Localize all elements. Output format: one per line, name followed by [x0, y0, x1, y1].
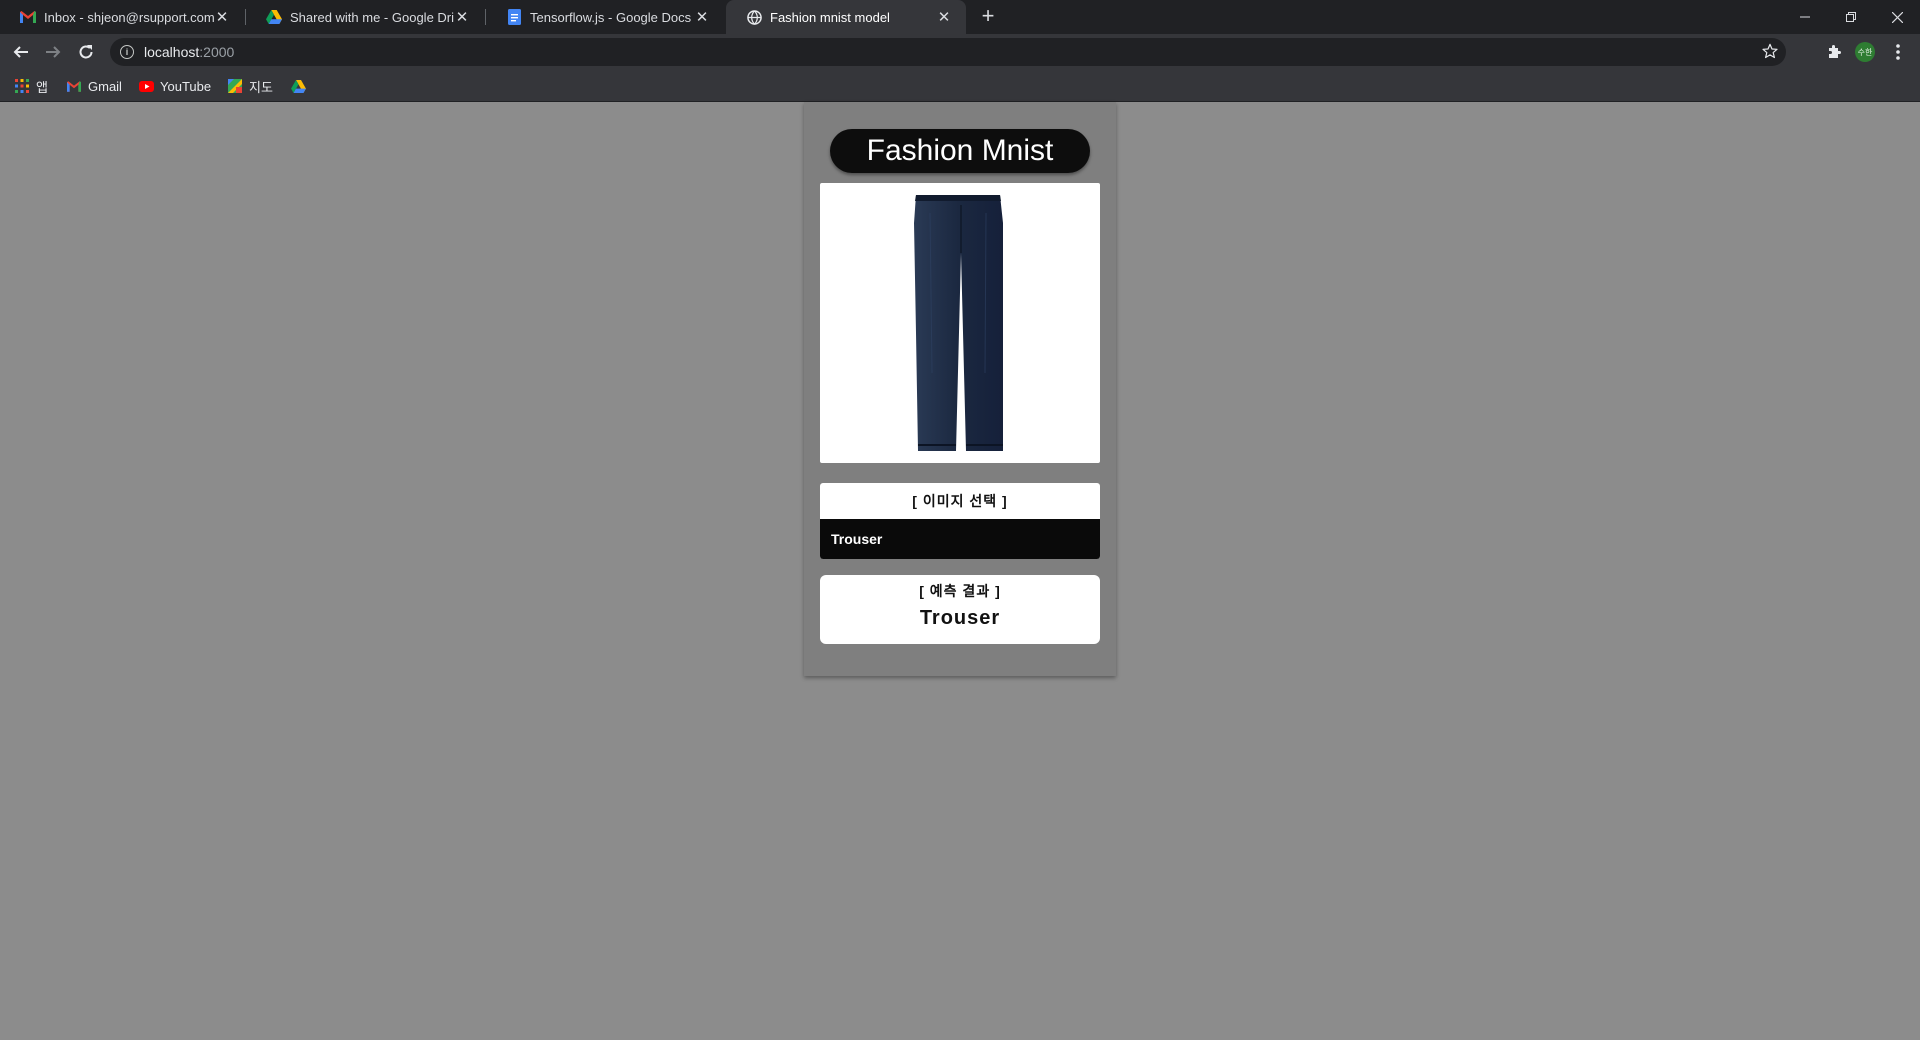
tab-title: Shared with me - Google Drive — [290, 9, 454, 25]
bookmark-maps[interactable]: 지도 — [227, 70, 273, 102]
app-card: Fashion Mnist [ 이미지 선택 ] Trouser [예측 결과… — [804, 102, 1116, 676]
gmail-icon — [66, 78, 82, 94]
forward-icon[interactable] — [41, 40, 65, 64]
image-select-label: [ 이미지 선택 ] — [912, 493, 1008, 509]
back-icon[interactable] — [9, 40, 33, 64]
youtube-icon — [138, 78, 154, 94]
prediction-value: Trouser — [919, 607, 1001, 629]
close-tab-icon[interactable]: ✕ — [694, 8, 710, 26]
prediction-label: [ 예측 결과 ] — [919, 583, 1001, 599]
google-drive-icon — [290, 78, 306, 94]
tab-fashion-mnist[interactable]: Fashion mnist model ✕ — [726, 0, 966, 34]
url-port: :2000 — [199, 44, 235, 60]
profile-avatar[interactable]: 수한 — [1853, 40, 1877, 64]
tab-strip: Inbox - shjeon@rsupport.com - ✕ Shared w… — [0, 0, 1920, 34]
tab-title: Inbox - shjeon@rsupport.com - — [44, 9, 214, 25]
bookmark-label: 지도 — [249, 79, 273, 95]
page-viewport: Fashion Mnist [ 이미지 선택 ] Trouser [예측 결과… — [0, 102, 1920, 1040]
bookmark-label: Gmail — [88, 78, 122, 94]
image-select-value[interactable]: Trouser — [820, 519, 1100, 559]
site-info-icon[interactable]: i — [120, 45, 134, 59]
tab-gmail[interactable]: Inbox - shjeon@rsupport.com - ✕ — [0, 0, 244, 34]
bookmark-drive[interactable] — [290, 70, 312, 102]
close-tab-icon[interactable]: ✕ — [936, 8, 952, 26]
minimize-icon[interactable] — [1782, 0, 1828, 34]
bookmark-gmail[interactable]: Gmail — [66, 70, 122, 102]
prediction-result: [ 예측 결과 ] Trouser — [820, 575, 1100, 644]
bookmark-youtube[interactable]: YouTube — [138, 70, 211, 102]
bookmark-label: 앱 — [36, 79, 48, 95]
gmail-icon — [20, 9, 36, 25]
browser-toolbar: i localhost:2000 수한 — [0, 34, 1920, 70]
page-title: Fashion Mnist — [830, 129, 1090, 173]
restore-icon[interactable] — [1828, 0, 1874, 34]
address-bar[interactable]: i localhost:2000 — [110, 38, 1786, 66]
close-tab-icon[interactable]: ✕ — [454, 8, 470, 26]
bookmark-star-icon[interactable] — [1762, 43, 1778, 62]
bookmark-apps[interactable]: 앱 — [14, 70, 48, 102]
google-docs-icon — [506, 9, 522, 25]
bookmark-label: YouTube — [160, 78, 212, 94]
url-host: localhost — [144, 44, 200, 60]
image-select[interactable]: [ 이미지 선택 ] Trouser — [820, 483, 1100, 559]
close-tab-icon[interactable]: ✕ — [214, 8, 230, 26]
apps-grid-icon — [14, 78, 30, 94]
tab-google-drive[interactable]: Shared with me - Google Drive ✕ — [246, 0, 484, 34]
close-window-icon[interactable] — [1874, 0, 1920, 34]
google-drive-icon — [266, 9, 282, 25]
trouser-image — [914, 195, 1003, 451]
menu-kebab-icon[interactable] — [1886, 40, 1910, 64]
bookmarks-bar: 앱 Gmail YouTube 지도 — [0, 70, 1920, 102]
reload-icon[interactable] — [74, 40, 98, 64]
extensions-icon[interactable] — [1822, 40, 1846, 64]
tab-google-docs[interactable]: Tensorflow.js - Google Docs ✕ — [486, 0, 724, 34]
tab-title: Fashion mnist model — [770, 9, 890, 25]
new-tab-button[interactable]: + — [976, 5, 1000, 29]
maps-icon — [227, 78, 243, 94]
image-preview — [820, 183, 1100, 463]
tab-title: Tensorflow.js - Google Docs — [530, 9, 692, 25]
globe-icon — [746, 9, 762, 25]
